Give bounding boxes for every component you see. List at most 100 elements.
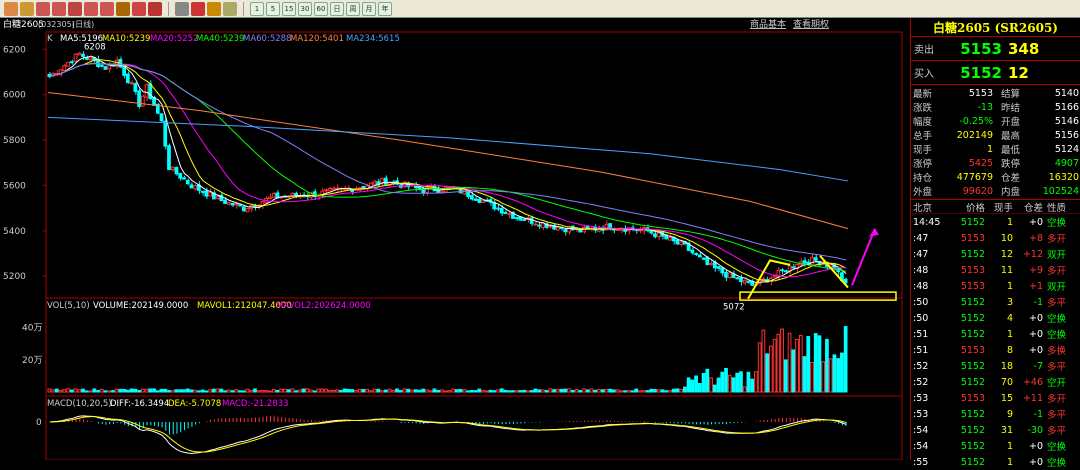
tick-row[interactable]: :48 5153 11 +9 多开 — [911, 262, 1080, 278]
tick-row[interactable]: :50 5152 3 -1 多平 — [911, 294, 1080, 310]
volume-bar — [656, 389, 661, 393]
tick-row[interactable]: :47 5152 12 +12 双开 — [911, 246, 1080, 262]
zoom-out-icon[interactable] — [52, 1, 66, 16]
volume-bar — [462, 389, 467, 393]
volume-bar — [167, 390, 171, 393]
volume-bar — [574, 389, 579, 393]
tick-header: 北京 价格 现手 仓差 性质 — [911, 200, 1080, 214]
tick-row[interactable]: :54 5152 31 -30 多平 — [911, 422, 1080, 438]
tick-row[interactable]: :51 5152 1 +0 空换 — [911, 326, 1080, 342]
search-icon[interactable] — [68, 1, 82, 16]
tick-row[interactable]: :54 5152 1 +0 空换 — [911, 438, 1080, 454]
period-button-1[interactable]: 5 — [266, 1, 280, 16]
home-icon[interactable] — [4, 1, 18, 16]
volume-bar — [705, 368, 710, 393]
ask-row[interactable]: 卖出 5153 348 — [911, 37, 1080, 61]
candle-body — [324, 189, 328, 192]
volume-bar — [727, 374, 732, 393]
candle-body — [496, 207, 500, 210]
volume-bar — [241, 390, 246, 393]
tick-row[interactable]: :51 5153 8 +0 多换 — [911, 342, 1080, 358]
period-button-5[interactable]: 日 — [330, 1, 344, 16]
macd-label: MACD(10,20,5) — [47, 399, 112, 409]
tick-time: :50 — [913, 296, 929, 308]
volume-bar — [611, 389, 616, 393]
volume-bar — [170, 390, 175, 393]
tick-volume: 18 — [1000, 360, 1013, 372]
config-icon[interactable] — [116, 1, 130, 16]
tick-time: :52 — [913, 376, 929, 388]
tick-time: :47 — [913, 232, 929, 244]
search-minus-icon[interactable] — [100, 1, 114, 16]
volume-bar — [350, 389, 355, 393]
tick-list[interactable]: 14:45 5152 1 +0 空换:47 5153 10 +8 多开:47 5152 12 +12 双… — [911, 214, 1080, 470]
volume-bar — [283, 388, 287, 393]
zoom-in-icon[interactable] — [36, 1, 50, 16]
volume-bar — [234, 389, 239, 393]
tick-oi-change: -1 — [1033, 296, 1043, 308]
period-button-7[interactable]: 月 — [362, 1, 376, 16]
volume-bar — [245, 388, 250, 393]
line-chart-icon[interactable] — [191, 1, 205, 16]
candle-icon[interactable] — [223, 1, 237, 16]
price-tick: 6200 — [3, 45, 26, 55]
tick-row[interactable]: 14:45 5152 1 +0 空换 — [911, 214, 1080, 230]
tick-row[interactable]: :50 5152 4 +0 空换 — [911, 310, 1080, 326]
period-button-2[interactable]: 15 — [282, 1, 296, 16]
tick-type: 双开 — [1047, 282, 1067, 293]
period-button-0[interactable]: 1 — [250, 1, 264, 16]
tick-row[interactable]: :47 5153 10 +8 多开 — [911, 230, 1080, 246]
tick-row[interactable]: :53 5152 9 -1 多平 — [911, 406, 1080, 422]
filter-icon[interactable] — [132, 1, 146, 16]
tick-row[interactable]: :52 5152 18 -7 多平 — [911, 358, 1080, 374]
diff-line — [49, 415, 847, 455]
chart-area[interactable]: 白糖2605 (032305) (日线) 商品基本 查看期权 K MA5:5196 MA10:… — [0, 18, 910, 460]
tick-type: 多平 — [1047, 362, 1067, 373]
period-button-6[interactable]: 周 — [346, 1, 360, 16]
volume-bar — [155, 390, 160, 393]
stat-row: 涨跌 -13 昨结 5166 — [911, 100, 1080, 115]
pen-icon[interactable] — [148, 1, 162, 16]
tick-row[interactable]: :53 5153 15 +11 多开 — [911, 390, 1080, 406]
candle-body — [716, 266, 721, 269]
ask-price[interactable]: 5153 — [958, 40, 1002, 58]
candle-body — [668, 237, 672, 241]
stat-label: 跌停 — [1001, 159, 1021, 170]
bid-row[interactable]: 买入 5152 12 — [911, 61, 1080, 85]
candle-body — [739, 277, 743, 283]
tick-type: 空换 — [1047, 442, 1067, 453]
volume-bar — [215, 388, 220, 393]
candle-body — [697, 254, 702, 258]
tick-time: 14:45 — [913, 216, 941, 228]
tick-row[interactable]: :55 5152 1 +0 空换 — [911, 454, 1080, 470]
volume-bar — [544, 390, 549, 393]
tick-row[interactable]: :52 5152 70 +46 空开 — [911, 374, 1080, 390]
volume-bar — [686, 377, 691, 393]
tick-row[interactable]: :48 5153 1 +1 双开 — [911, 278, 1080, 294]
period-button-8[interactable]: 年 — [378, 1, 392, 16]
volume-bar — [402, 388, 407, 393]
bar-chart-icon[interactable] — [207, 1, 221, 16]
bid-price[interactable]: 5152 — [958, 64, 1002, 82]
candle-body — [481, 200, 485, 203]
volume-bar — [567, 388, 571, 393]
volume-bar — [840, 352, 844, 393]
tick-price: 5152 — [960, 248, 985, 260]
period-button-4[interactable]: 60 — [314, 1, 328, 16]
volume-bar — [137, 389, 141, 393]
volume-bar — [451, 388, 455, 393]
volume-bar — [118, 388, 123, 393]
grid-icon[interactable] — [175, 1, 189, 16]
tick-oi-change: +0 — [1028, 440, 1043, 452]
volume-bar — [77, 389, 82, 393]
diff-value: DIFF:-16.3494 — [110, 399, 169, 409]
candle-body — [230, 202, 235, 206]
price-tick: 5800 — [3, 136, 26, 146]
volume-bar — [413, 389, 418, 393]
candle-body — [537, 224, 541, 227]
folder-icon[interactable] — [20, 1, 34, 16]
search-plus-icon[interactable] — [84, 1, 98, 16]
period-button-3[interactable]: 30 — [298, 1, 312, 16]
kline-chart[interactable]: 白糖2605(032305)(日线) 商品基本 查看期权K MA5:5196MA10:… — [0, 18, 910, 460]
volume-bar — [746, 371, 751, 393]
